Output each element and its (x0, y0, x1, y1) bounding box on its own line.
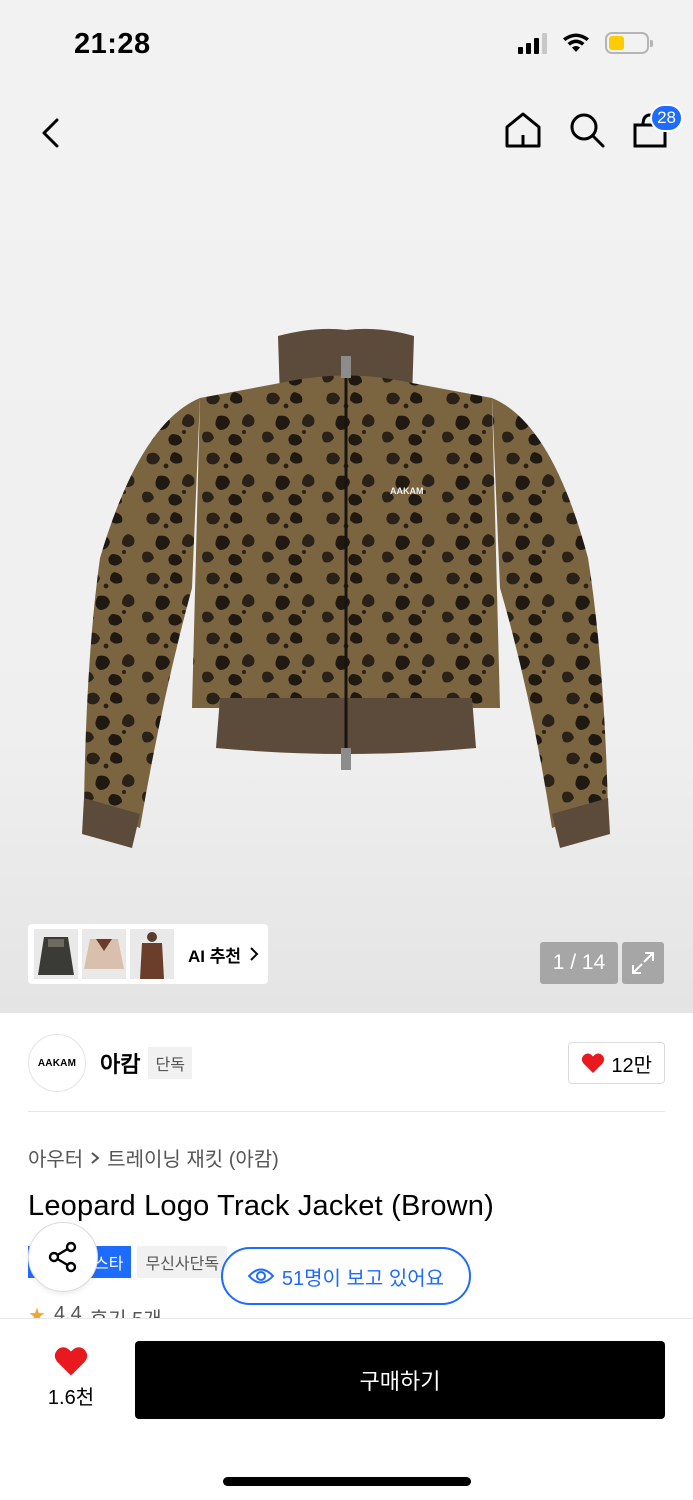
expand-image-button[interactable] (622, 942, 664, 984)
ai-recommendation-panel[interactable]: AI 추천 (28, 924, 268, 984)
recommendation-thumbnail[interactable] (82, 929, 126, 979)
heart-icon (54, 1347, 88, 1376)
cart-count-badge: 28 (650, 104, 683, 132)
ai-recommendation-link[interactable]: AI 추천 (188, 942, 259, 967)
image-page-counter: 1 / 14 (540, 942, 618, 984)
buy-button[interactable]: 구매하기 (135, 1341, 665, 1419)
share-icon (48, 1241, 77, 1273)
product-gallery[interactable]: 28 AAKAM AI 추천 1 / 14 (0, 90, 693, 1013)
breadcrumb-category[interactable]: 아우터 (28, 1143, 83, 1172)
brand-like-count: 12만 (611, 1054, 652, 1077)
cellular-signal-icon (518, 32, 547, 54)
chevron-right-icon (250, 947, 259, 961)
home-button[interactable] (501, 108, 545, 152)
wishlist-count: 1.6천 (47, 1387, 95, 1409)
rating-score: 4.4 (53, 1303, 82, 1319)
ai-recommendation-label: AI 추천 (188, 946, 242, 966)
top-nav-actions: 28 (501, 104, 683, 152)
eye-icon (247, 1268, 274, 1284)
cart-button[interactable]: 28 (629, 104, 683, 152)
star-icon: ★ (28, 1305, 46, 1319)
breadcrumb: 아우터 트레이닝 재킷 (아캄) (28, 1143, 279, 1172)
product-title: Leopard Logo Track Jacket (Brown) (28, 1190, 494, 1222)
exclusive-badge: 무신사단독 (137, 1246, 228, 1278)
status-bar: 21:28 (0, 0, 693, 90)
divider (28, 1111, 665, 1112)
wifi-icon (563, 33, 589, 52)
back-button[interactable] (30, 112, 72, 154)
product-logo-text: AAKAM (390, 486, 424, 496)
review-count: 후기 5개 (90, 1303, 162, 1319)
search-icon (570, 113, 605, 148)
brand-like-button[interactable]: 12만 (568, 1042, 665, 1084)
status-icons (518, 32, 653, 54)
chevron-right-icon (91, 1151, 100, 1164)
home-icon (505, 112, 541, 148)
expand-icon (632, 952, 654, 974)
bottom-action-bar: 1.6천 구매하기 (0, 1318, 693, 1500)
chevron-left-icon (42, 118, 59, 148)
status-time: 21:28 (74, 28, 151, 60)
wishlist-button[interactable]: 1.6천 (40, 1345, 102, 1410)
rating-row[interactable]: ★ 4.4 후기 5개 (28, 1303, 162, 1319)
battery-icon (605, 32, 653, 54)
exclusive-tag: 단독 (148, 1047, 192, 1079)
viewers-text: 51명이 보고 있어요 (281, 1267, 445, 1290)
share-button[interactable] (28, 1222, 98, 1292)
heart-icon (582, 1053, 605, 1073)
home-indicator (223, 1477, 471, 1486)
search-button[interactable] (565, 108, 609, 152)
brand-logo[interactable]: AAKAM (28, 1034, 86, 1092)
breadcrumb-subcategory[interactable]: 트레이닝 재킷 (아캄) (107, 1143, 279, 1172)
product-image[interactable]: AAKAM (80, 328, 612, 858)
brand-row: AAKAM 아캄 단독 12만 (28, 1033, 665, 1093)
recommendation-thumbnail[interactable] (34, 929, 78, 979)
viewers-count-pill: 51명이 보고 있어요 (221, 1247, 471, 1305)
recommendation-thumbnail[interactable] (130, 929, 174, 979)
brand-name[interactable]: 아캄 (100, 1047, 140, 1079)
